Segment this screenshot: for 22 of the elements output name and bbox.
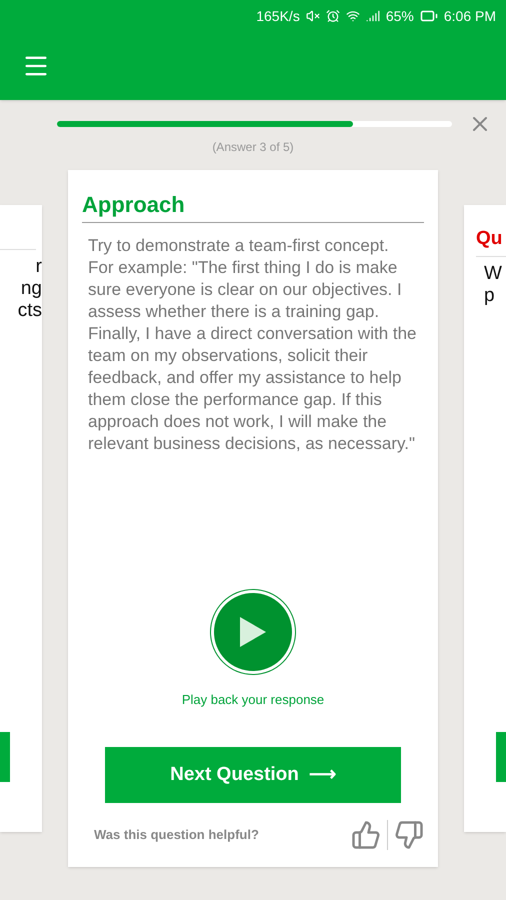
network-speed: 165K/s	[256, 6, 300, 26]
signal-icon	[366, 9, 380, 23]
card-title: Approach	[82, 192, 185, 217]
question-text-fragment: W	[484, 262, 503, 284]
play-label: Play back your response	[182, 690, 324, 709]
question-text-fragment: p	[484, 284, 496, 306]
answer-counter: (Answer 3 of 5)	[212, 139, 294, 156]
thumbs-down-icon[interactable]	[394, 820, 424, 850]
clock-time: 6:06 PM	[444, 6, 496, 26]
card-title-fragment: Qu	[476, 228, 502, 249]
next-question-button[interactable]: Next Question ⟶	[105, 747, 401, 803]
question-text-fragment: r	[36, 256, 42, 278]
alarm-icon	[326, 9, 340, 23]
helpful-prompt: Was this question helpful?	[94, 826, 259, 844]
question-text-fragment: ng	[20, 278, 42, 300]
battery-percent: 65%	[386, 6, 414, 26]
answer-text: Try to demonstrate a team-first concept. For example: "The first thing I do is make sure everyone is clear on our objectives. I assess whether there is a training gap. Finally, I have a direct conversation with the team on my observations, solicit their feedback, and offer my assistance to help them close the performance gap. If this approach does not work, I will make the relevant business decisions, as necessary."	[87, 235, 418, 455]
question-text-fragment: cts	[18, 300, 42, 322]
wifi-icon	[346, 9, 360, 23]
mute-icon	[306, 9, 320, 23]
thumbs-up-icon[interactable]	[351, 820, 381, 850]
play-icon	[238, 614, 268, 648]
